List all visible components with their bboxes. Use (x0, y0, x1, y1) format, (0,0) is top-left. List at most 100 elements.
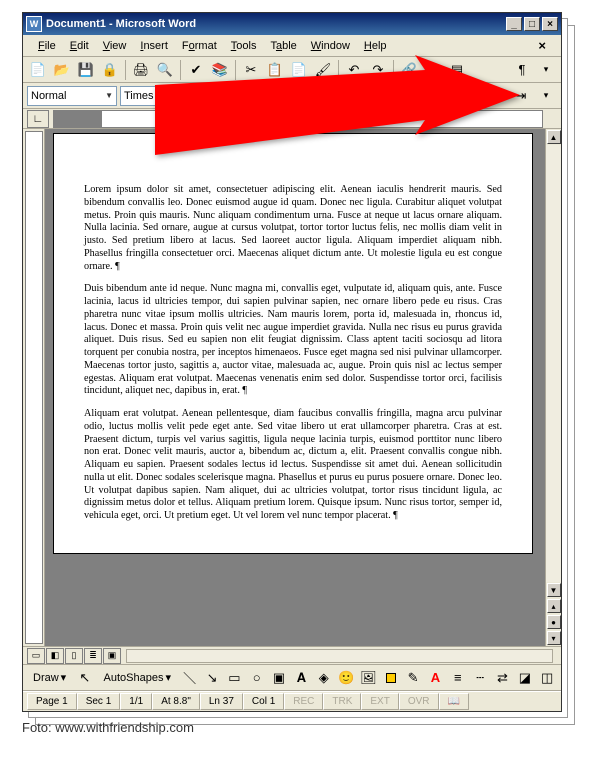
show-marks-icon[interactable]: ¶ (511, 59, 533, 81)
status-col: Col 1 (243, 693, 284, 710)
oval-icon[interactable]: ○ (247, 667, 266, 689)
clipart-icon[interactable]: 🙂 (336, 667, 355, 689)
status-page: Page 1 (27, 693, 77, 710)
next-page-icon[interactable]: ▾ (547, 631, 561, 645)
window-title: Document1 - Microsoft Word (46, 18, 504, 30)
shadow-icon[interactable]: ◪ (515, 667, 534, 689)
minimize-button[interactable]: _ (506, 17, 522, 31)
draw-menu[interactable]: Draw ▾ (27, 668, 72, 687)
print-view-icon[interactable]: ▯ (65, 648, 83, 664)
menu-edit[interactable]: Edit (63, 38, 96, 54)
browse-object-icon[interactable]: ● (547, 615, 561, 629)
cut-icon[interactable]: ✂ (240, 59, 262, 81)
status-ext[interactable]: EXT (361, 693, 398, 710)
separator (393, 60, 394, 80)
align-left-icon[interactable]: ≡ (387, 85, 409, 107)
arrow-icon[interactable]: ↘ (202, 667, 221, 689)
bold-button[interactable]: B (304, 85, 326, 107)
arrow-style-icon[interactable]: ⇄ (493, 667, 512, 689)
separator (125, 60, 126, 80)
format-painter-icon[interactable]: 🖌 (312, 59, 334, 81)
line-icon[interactable]: ＼ (180, 667, 199, 689)
hyperlink-icon[interactable]: 🔗 (398, 59, 420, 81)
undo-icon[interactable]: ↶ (343, 59, 365, 81)
menu-tools[interactable]: Tools (224, 38, 264, 54)
align-center-icon[interactable]: ≡ (412, 85, 434, 107)
scroll-up-icon[interactable]: ▲ (547, 130, 561, 144)
textbox-icon[interactable]: ▣ (269, 667, 288, 689)
menu-file[interactable]: File (31, 38, 63, 54)
style-combo[interactable]: Normal▼ (27, 86, 117, 106)
line-style-icon[interactable]: ≡ (448, 667, 467, 689)
underline-button[interactable]: U (354, 85, 376, 107)
paragraph-2[interactable]: Duis bibendum ante id neque. Nunc magna … (84, 283, 502, 398)
diagram-icon[interactable]: ◈ (314, 667, 333, 689)
ruler-row: ∟ (23, 109, 561, 129)
status-pages: 1/1 (120, 693, 152, 710)
copy-icon[interactable]: 📋 (264, 59, 286, 81)
rectangle-icon[interactable]: ▭ (225, 667, 244, 689)
tab-selector[interactable]: ∟ (27, 110, 49, 128)
toolbar-options-icon[interactable]: ▾ (535, 85, 557, 107)
font-color-icon[interactable]: A (426, 667, 445, 689)
outline-view-icon[interactable]: ≣ (84, 648, 102, 664)
3d-icon[interactable]: ◫ (538, 667, 557, 689)
normal-view-icon[interactable]: ▭ (27, 648, 45, 664)
font-combo[interactable]: Times New Roman▼ (120, 86, 250, 106)
status-line: Ln 37 (200, 693, 243, 710)
close-button[interactable]: × (542, 17, 558, 31)
maximize-button[interactable]: □ (524, 17, 540, 31)
fill-color-icon[interactable] (381, 667, 400, 689)
size-combo[interactable]: 12▼ (253, 86, 293, 106)
horizontal-scrollbar[interactable] (126, 649, 553, 663)
indent-icon[interactable]: ⇥ (510, 85, 532, 107)
new-doc-icon[interactable]: 📄 (27, 59, 49, 81)
menu-window[interactable]: Window (304, 38, 357, 54)
scroll-track[interactable] (546, 145, 561, 582)
horizontal-ruler[interactable] (53, 110, 543, 128)
wordart-icon[interactable]: 𝐀 (292, 667, 311, 689)
reading-view-icon[interactable]: ▣ (103, 648, 121, 664)
vertical-scrollbar[interactable]: ▲ ▼ ▴ ● ▾ (545, 129, 561, 646)
menu-format[interactable]: Format (175, 38, 224, 54)
insert-table-icon[interactable]: ▤ (446, 59, 468, 81)
line-color-icon[interactable]: ✎ (403, 667, 422, 689)
research-icon[interactable]: 📚 (209, 59, 231, 81)
separator (298, 86, 299, 106)
status-ovr[interactable]: OVR (399, 693, 439, 710)
formatting-toolbar: Normal▼ Times New Roman▼ 12▼ B I U ≡ ≡ ≡… (23, 83, 561, 109)
menu-table[interactable]: Table (263, 38, 303, 54)
dash-style-icon[interactable]: ┄ (470, 667, 489, 689)
status-trk[interactable]: TRK (323, 693, 361, 710)
redo-icon[interactable]: ↷ (367, 59, 389, 81)
align-right-icon[interactable]: ≡ (437, 85, 459, 107)
paragraph-3[interactable]: Aliquam erat volutpat. Aenean pellentesq… (84, 408, 502, 523)
autoshapes-menu[interactable]: AutoShapes ▾ (98, 668, 177, 687)
vertical-ruler[interactable] (25, 131, 43, 644)
open-icon[interactable]: 📂 (51, 59, 73, 81)
document-page[interactable]: Lorem ipsum dolor sit amet, consectetuer… (53, 133, 533, 554)
status-rec[interactable]: REC (284, 693, 323, 710)
status-spell-icon[interactable]: 📖 (439, 693, 469, 710)
permission-icon[interactable]: 🔒 (99, 59, 121, 81)
word-icon: W (26, 16, 42, 32)
web-view-icon[interactable]: ◧ (46, 648, 64, 664)
select-icon[interactable]: ↖ (75, 667, 94, 689)
save-icon[interactable]: 💾 (75, 59, 97, 81)
scroll-down-icon[interactable]: ▼ (547, 583, 561, 597)
print-icon[interactable]: 🖨 (130, 59, 152, 81)
prev-page-icon[interactable]: ▴ (547, 599, 561, 613)
menu-view[interactable]: View (96, 38, 134, 54)
italic-button[interactable]: I (329, 85, 351, 107)
tables-icon[interactable]: ▦ (422, 59, 444, 81)
menu-help[interactable]: Help (357, 38, 394, 54)
doc-close-button[interactable]: × (531, 36, 553, 55)
toolbar-options-icon[interactable]: ▾ (535, 59, 557, 81)
preview-icon[interactable]: 🔍 (154, 59, 176, 81)
spell-icon[interactable]: ✔ (185, 59, 207, 81)
picture-icon[interactable]: 🖼 (359, 667, 378, 689)
paragraph-1[interactable]: Lorem ipsum dolor sit amet, consectetuer… (84, 184, 502, 273)
paste-icon[interactable]: 📄 (288, 59, 310, 81)
menu-insert[interactable]: Insert (133, 38, 175, 54)
photo-credit: Foto: www.withfriendship.com (22, 720, 194, 735)
